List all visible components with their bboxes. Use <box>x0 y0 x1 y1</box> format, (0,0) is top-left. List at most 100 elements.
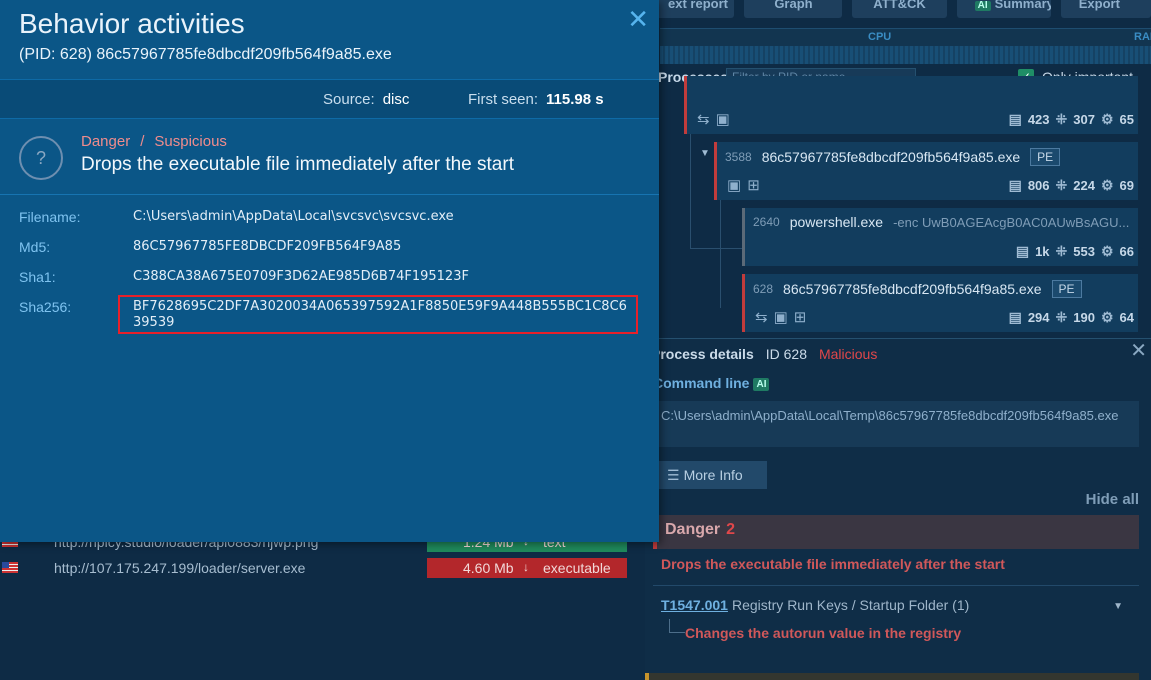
gear-icon: ⚙ <box>1100 243 1114 259</box>
source-value: disc <box>382 91 410 108</box>
process-pid: 628 <box>753 282 774 296</box>
more-info-label: More Info <box>683 467 743 483</box>
file-icon: ▤ <box>1008 111 1022 127</box>
technique-link[interactable]: T1547.001 <box>661 597 728 613</box>
modules-icon: ⁜ <box>1055 177 1068 193</box>
process-name: powershell.exe <box>789 214 884 230</box>
process-card[interactable]: 3588 86c57967785fe8dbcdf209fb564f9a85.exe… <box>714 142 1138 200</box>
process-stats: ▤ 1k ⁜ 553 ⚙ 66 <box>1016 243 1134 260</box>
technique-name: Registry Run Keys / Startup Folder (1) <box>731 597 970 613</box>
filename-label: Filename: <box>19 209 81 225</box>
process-card[interactable]: 628 86c57967785fe8dbcdf209fb564f9a85.exe P… <box>742 274 1138 332</box>
pe-badge: PE <box>1051 280 1082 298</box>
size-label: 4.60 Mb <box>463 560 514 576</box>
severity-category: Danger / Suspicious <box>81 133 227 150</box>
ram-label: RAM <box>1134 31 1151 43</box>
behavior-description: Drops the executable file immediately af… <box>81 154 514 175</box>
process-icons: ▣ ⊞ <box>727 176 760 194</box>
technique-description[interactable]: Changes the autorun value in the registr… <box>685 625 961 641</box>
process-args: -enc UwB0AGEAcgB0AC0AUwBsAGU... <box>893 214 1130 230</box>
files-count: 806 <box>1027 178 1050 193</box>
close-icon[interactable]: ✕ <box>1130 341 1147 361</box>
modules-icon: ⁜ <box>1055 243 1068 259</box>
md5-label: Md5: <box>19 239 51 255</box>
source-label: Source: <box>323 91 375 108</box>
behavior-activities-modal: Behavior activities (PID: 628) 86c579677… <box>0 0 659 542</box>
menu-lines-icon: ☰ <box>667 467 680 483</box>
category-separator: / <box>140 133 145 150</box>
collapse-caret-icon[interactable]: ▼ <box>700 148 710 159</box>
export-button[interactable]: Export <box>1060 0 1151 18</box>
divider <box>653 585 1139 586</box>
gear-icon: ⚙ <box>1100 177 1114 193</box>
process-id: ID 628 <box>765 346 807 362</box>
process-details-header: Process details ID 628 Malicious <box>651 343 1151 365</box>
category-danger: Danger <box>81 133 131 150</box>
cpu-label: CPU <box>868 31 892 43</box>
process-card[interactable]: ⇆ ▣ ▤ 423 ⁜ 307 ⚙ 65 <box>684 76 1138 134</box>
list-item[interactable]: http://107.175.247.199/loader/server.exe… <box>0 556 630 580</box>
process-tree: ⇆ ▣ ▤ 423 ⁜ 307 ⚙ 65 ▼ 3588 86c57967785fe8dbc… <box>660 76 1151 334</box>
close-icon[interactable]: ✕ <box>627 6 649 32</box>
attck-button[interactable]: ATT&CK <box>852 0 947 18</box>
technique-row: T1547.001 Registry Run Keys / Startup Fol… <box>661 597 969 613</box>
verdict-label: Malicious <box>818 346 878 362</box>
process-card[interactable]: 2640 powershell.exe -enc UwB0AGEAcgB0AC0AU… <box>742 208 1138 266</box>
source-band: Source: disc First seen: 115.98 s <box>0 79 659 119</box>
settings-file-icon: ⊞ <box>793 309 807 326</box>
process-icons: ⇆ ▣ ⊞ <box>755 308 806 326</box>
modal-subtitle: (PID: 628) 86c57967785fe8dbcdf209fb564f9… <box>19 46 392 63</box>
modules-icon: ⁜ <box>1055 111 1068 127</box>
modules-count: 190 <box>1073 310 1095 325</box>
summary-button[interactable]: AI Summary <box>956 0 1051 18</box>
process-name: 86c57967785fe8dbcdf209fb564f9a85.exe <box>783 281 1042 297</box>
file-icon: ▤ <box>1008 309 1022 325</box>
content-size-badge: 4.60 Mb ↓ executable <box>427 558 627 578</box>
sha256-value: BF7628695C2DF7A3020034A065397592A1F8850E… <box>133 299 627 330</box>
command-line-label: Command line <box>653 375 750 391</box>
sha1-label: Sha1: <box>19 269 56 285</box>
gear-icon: ⚙ <box>1100 111 1114 127</box>
first-seen-label: First seen: <box>468 91 539 108</box>
md5-value: 86C57967785FE8DBCDF209FB564F9A85 <box>133 239 402 254</box>
tree-connector <box>669 619 685 633</box>
modules-count: 553 <box>1073 244 1095 259</box>
modal-title: Behavior activities <box>19 8 245 39</box>
process-details-title: Process details <box>651 346 754 362</box>
us-flag-icon <box>2 562 18 573</box>
danger-item[interactable]: Drops the executable file immediately af… <box>661 556 1005 572</box>
request-url: http://107.175.247.199/loader/server.exe <box>54 560 306 576</box>
ai-badge[interactable]: AI <box>753 377 770 391</box>
chevron-down-icon[interactable]: ▼ <box>1113 601 1123 612</box>
graph-button[interactable]: Graph <box>744 0 843 18</box>
exe-icon: ▣ <box>715 111 730 128</box>
summary-label: Summary <box>994 0 1051 11</box>
source-info: Source: disc <box>323 91 409 108</box>
more-info-button[interactable]: ☰ More Info <box>659 461 767 489</box>
category-suspicious: Suspicious <box>154 133 227 150</box>
process-details-panel: Process details ID 628 Malicious ✕ Comma… <box>645 338 1151 680</box>
exe-icon: ▣ <box>727 177 742 194</box>
text-report-button[interactable]: ext report <box>650 0 735 18</box>
process-name: 86c57967785fe8dbcdf209fb564f9a85.exe <box>761 149 1021 165</box>
files-count: 1k <box>1035 244 1050 259</box>
network-icon: ⇆ <box>697 111 710 128</box>
exe-icon: ▣ <box>773 309 788 326</box>
warning-section <box>645 673 1139 680</box>
process-stats: ▤ 806 ⁜ 224 ⚙ 69 <box>1009 177 1134 194</box>
hide-all-link[interactable]: Hide all <box>1086 491 1139 508</box>
sha256-label: Sha256: <box>19 299 72 315</box>
danger-section[interactable]: Danger 2 <box>653 515 1139 549</box>
files-count: 294 <box>1027 310 1050 325</box>
toolbar: ext report Graph ATT&CK AI Summary Export <box>650 0 1151 20</box>
process-stats: ▤ 294 ⁜ 190 ⚙ 64 <box>1009 309 1134 326</box>
process-icons: ⇆ ▣ <box>697 110 730 128</box>
sha1-value: C388CA38A675E0709F3D62AE985D6B74F195123F <box>133 269 469 284</box>
file-icon: ▤ <box>1015 243 1030 259</box>
ai-badge: AI <box>974 1 991 11</box>
process-stats: ▤ 423 ⁜ 307 ⚙ 65 <box>1009 111 1134 128</box>
threads-count: 69 <box>1119 178 1134 193</box>
command-line-value: C:\Users\admin\AppData\Local\Temp\86c579… <box>653 401 1139 447</box>
resource-graphs: CPU RAM <box>660 28 1151 64</box>
type-label: executable <box>543 560 611 576</box>
